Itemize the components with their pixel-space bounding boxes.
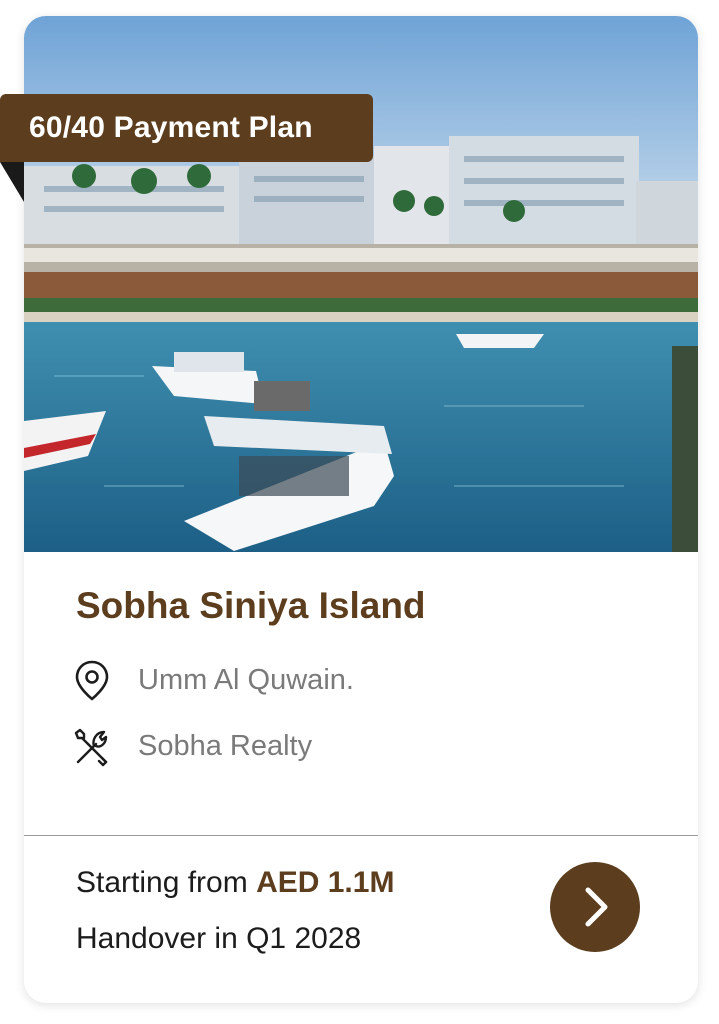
location-text: Umm Al Quwain.	[138, 664, 354, 696]
project-card[interactable]	[24, 16, 698, 1003]
view-project-button[interactable]	[550, 862, 640, 952]
divider	[24, 835, 698, 836]
badge-fold-decoration	[0, 162, 24, 202]
starting-price: Starting from AED 1.1M	[76, 866, 394, 900]
chevron-right-icon	[585, 887, 608, 927]
map-pin-icon	[72, 658, 112, 702]
payment-plan-badge: 60/40 Payment Plan	[0, 94, 373, 162]
handover-date: Handover in Q1 2028	[76, 922, 362, 955]
tools-icon	[72, 724, 112, 768]
starting-price-value: AED 1.1M	[256, 866, 395, 899]
developer-text: Sobha Realty	[138, 730, 313, 762]
starting-price-prefix: Starting from	[76, 866, 257, 899]
project-title: Sobha Siniya Island	[76, 585, 426, 626]
